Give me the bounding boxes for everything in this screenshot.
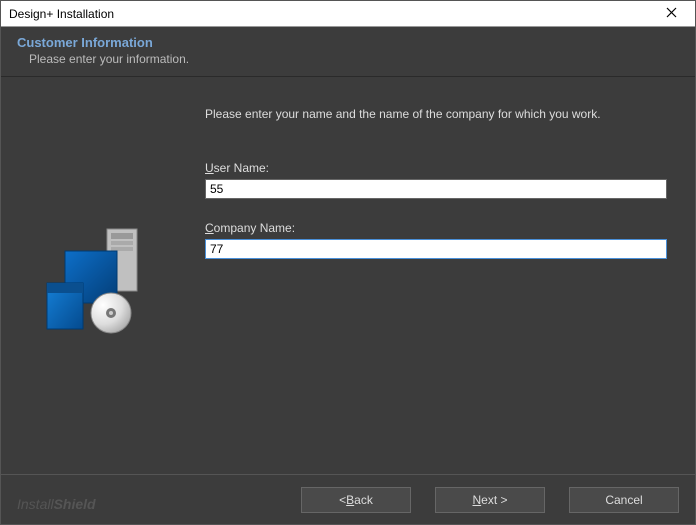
username-group: User Name: <box>205 161 667 199</box>
companyname-input[interactable] <box>205 239 667 259</box>
username-label: User Name: <box>205 161 667 175</box>
companyname-group: Company Name: <box>205 221 667 259</box>
footer: InstallShield < Back Next > Cancel <box>1 474 695 524</box>
installer-window: Design+ Installation Customer Informatio… <box>0 0 696 525</box>
brand-logo: InstallShield <box>17 496 96 512</box>
close-icon <box>666 5 677 22</box>
installer-illustration-icon <box>45 227 155 337</box>
header-title: Customer Information <box>17 35 695 50</box>
companyname-label: Company Name: <box>205 221 667 235</box>
header-section: Customer Information Please enter your i… <box>1 27 695 77</box>
back-button[interactable]: < Back <box>301 487 411 513</box>
header-subtitle: Please enter your information. <box>29 52 695 66</box>
titlebar: Design+ Installation <box>1 1 695 27</box>
close-button[interactable] <box>651 2 691 26</box>
next-button[interactable]: Next > <box>435 487 545 513</box>
window-title: Design+ Installation <box>9 7 114 21</box>
username-input[interactable] <box>205 179 667 199</box>
instruction-text: Please enter your name and the name of t… <box>205 107 671 121</box>
cancel-button[interactable]: Cancel <box>569 487 679 513</box>
content-area: Please enter your name and the name of t… <box>1 77 695 474</box>
form-area: User Name: Company Name: <box>205 161 667 259</box>
